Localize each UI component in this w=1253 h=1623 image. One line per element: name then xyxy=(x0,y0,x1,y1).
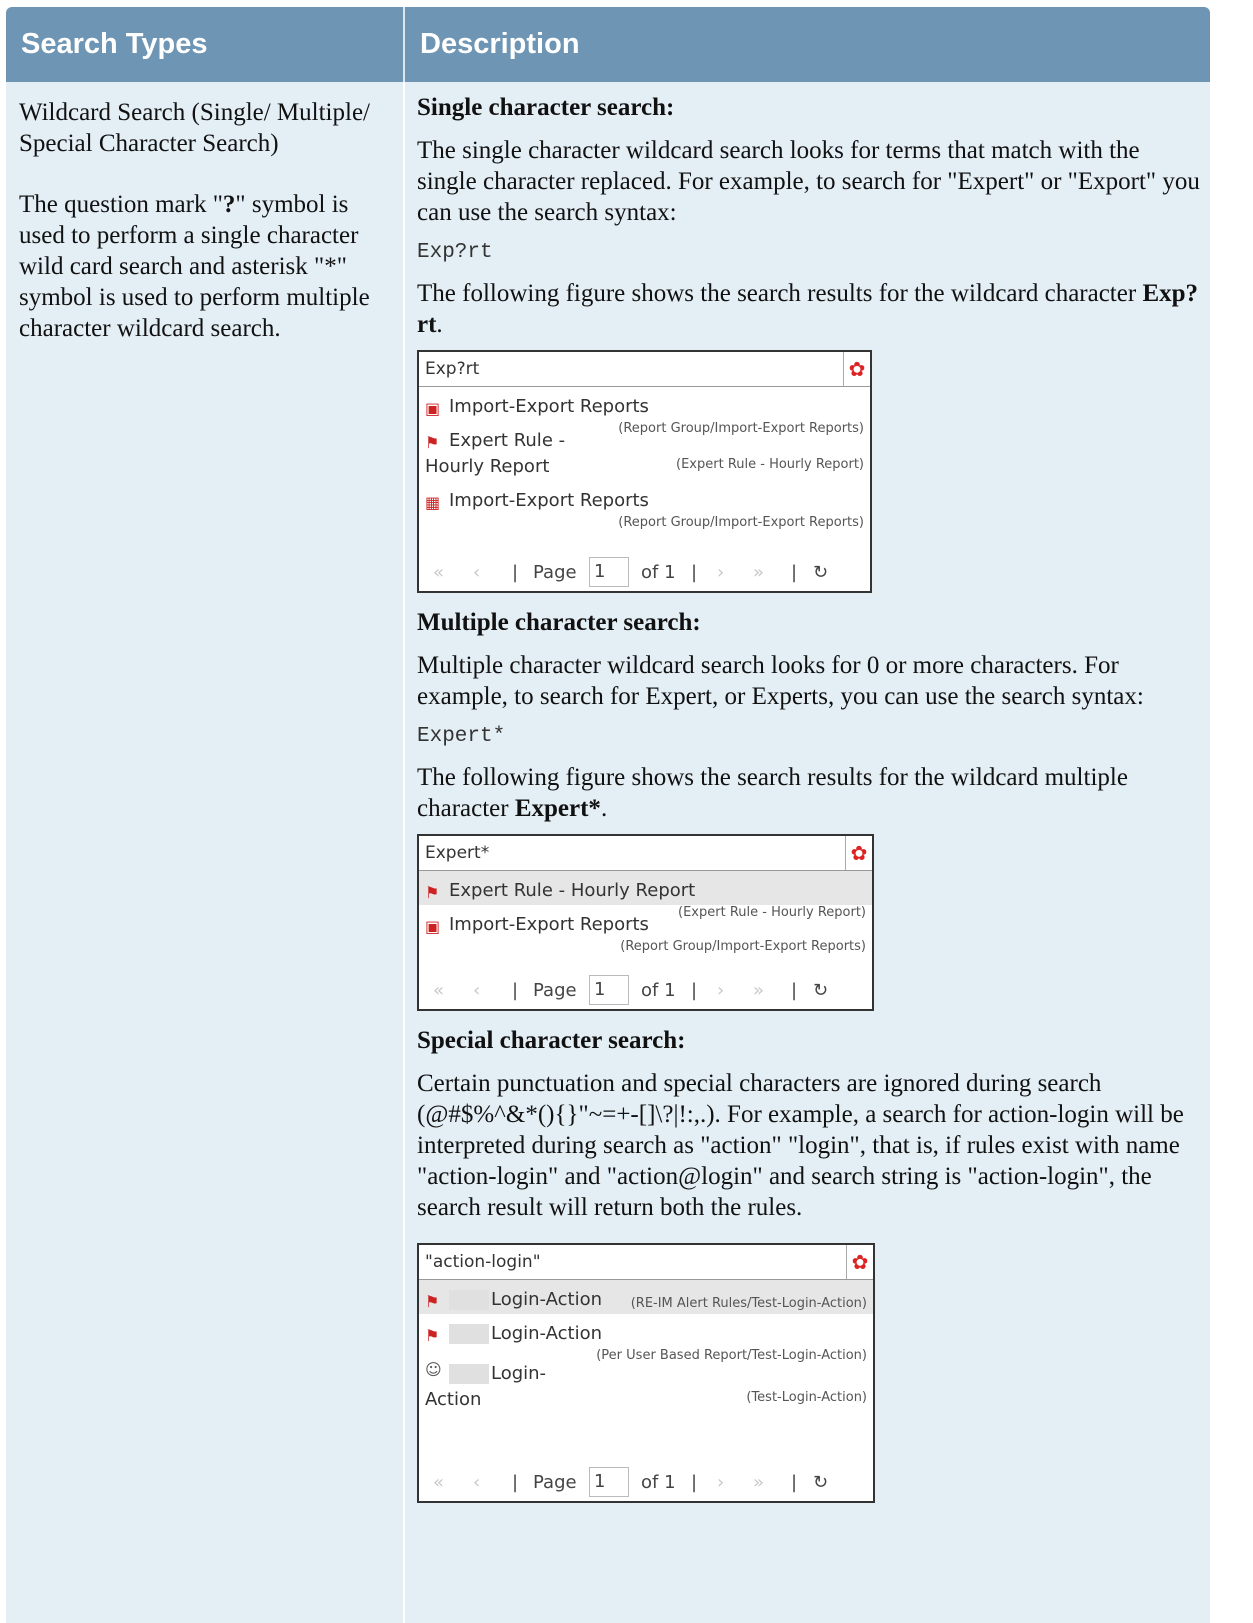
prev-page-icon[interactable]: ‹ xyxy=(473,1467,480,1498)
special-paragraph: Certain punctuation and special characte… xyxy=(417,1070,1184,1221)
refresh-icon[interactable]: ↻ xyxy=(813,557,828,588)
search-type-title: Wildcard Search (Single/ Multiple/ Speci… xyxy=(19,99,370,157)
report-icon: ▣ xyxy=(425,399,441,418)
pager-divider: | xyxy=(512,1472,519,1493)
multiple-figure-caption: The following figure shows the search re… xyxy=(417,764,1128,822)
search-input[interactable]: Expert* xyxy=(425,836,489,870)
report-icon: ▣ xyxy=(425,917,441,936)
search-type-description: The question mark "?" symbol is used to … xyxy=(19,191,370,342)
header-search-types: Search Types xyxy=(21,28,208,60)
gear-icon[interactable]: ✿ xyxy=(846,1245,873,1279)
flag-icon: ⚑ xyxy=(425,883,440,902)
pager-divider: | xyxy=(691,980,698,1001)
redacted-block xyxy=(449,1364,489,1384)
page-of-label: of 1 xyxy=(641,562,676,583)
search-types-table: Search Types Description Wildcard Search… xyxy=(6,7,1210,1623)
search-bar[interactable]: "action-login" ✿ xyxy=(419,1245,873,1280)
user-report-icon: ☺ xyxy=(425,1360,442,1379)
single-figure-caption: The following figure shows the search re… xyxy=(417,280,1199,338)
search-input[interactable]: Exp?rt xyxy=(425,352,479,386)
single-search-screenshot: Exp?rt ✿ ▣ Import-Export Reports (Report… xyxy=(417,350,872,593)
first-page-icon[interactable]: « xyxy=(433,1467,444,1498)
page-input[interactable]: 1 xyxy=(589,975,629,1005)
prev-page-icon[interactable]: ‹ xyxy=(473,975,480,1006)
flag-icon: ⚑ xyxy=(425,1292,440,1311)
result-item[interactable]: ▦ Import-Export Reports (Report Group/Im… xyxy=(419,481,870,530)
search-bar[interactable]: Expert* ✿ xyxy=(419,836,872,871)
pager-divider: | xyxy=(691,562,698,583)
first-page-icon[interactable]: « xyxy=(433,557,444,588)
next-page-icon[interactable]: › xyxy=(717,1467,724,1498)
flag-icon: ⚑ xyxy=(425,1326,440,1345)
multiple-search-screenshot: Expert* ✿ ⚑ Expert Rule - Hourly Report … xyxy=(417,834,874,1011)
page-of-label: of 1 xyxy=(641,980,676,1001)
gear-icon[interactable]: ✿ xyxy=(845,836,872,870)
first-page-icon[interactable]: « xyxy=(433,975,444,1006)
search-input[interactable]: "action-login" xyxy=(425,1245,541,1279)
pager-divider: | xyxy=(512,562,519,583)
page-label: Page xyxy=(533,980,577,1001)
page-label: Page xyxy=(533,1472,577,1493)
result-item[interactable]: (Report Group/Import-Export Reports) ⚑ E… xyxy=(419,421,870,481)
redacted-block xyxy=(449,1324,489,1344)
page-input[interactable]: 1 xyxy=(589,1467,629,1497)
pager: « ‹ | Page 1 of 1 | › » | ↻ xyxy=(419,1457,873,1501)
result-item[interactable]: ☺ Login- Action (Test-Login-Action) xyxy=(419,1348,873,1410)
pager-divider: | xyxy=(791,980,798,1001)
single-code: Exp?rt xyxy=(417,241,493,264)
pager: « ‹ | Page 1 of 1 | › » | ↻ xyxy=(419,965,872,1009)
refresh-icon[interactable]: ↻ xyxy=(813,975,828,1006)
multiple-paragraph: Multiple character wildcard search looks… xyxy=(417,652,1144,710)
search-type-cell: Wildcard Search (Single/ Multiple/ Speci… xyxy=(19,97,389,374)
prev-page-icon[interactable]: ‹ xyxy=(473,557,480,588)
page-of-label: of 1 xyxy=(641,1472,676,1493)
multiple-code: Expert* xyxy=(417,725,506,748)
result-item[interactable]: ⚑ Login-Action (Per User Based Report/Te… xyxy=(419,1314,873,1363)
single-heading: Single character search: xyxy=(417,94,675,121)
last-page-icon[interactable]: » xyxy=(753,975,764,1006)
last-page-icon[interactable]: » xyxy=(753,1467,764,1498)
special-search-screenshot: "action-login" ✿ ⚑ Login-Action (RE-IM A… xyxy=(417,1243,875,1503)
single-paragraph: The single character wildcard search loo… xyxy=(417,137,1200,226)
result-item[interactable]: (Expert Rule - Hourly Report) ▣ Import-E… xyxy=(419,905,872,954)
pager-divider: | xyxy=(691,1472,698,1493)
header-description: Description xyxy=(420,28,580,60)
redacted-block xyxy=(449,1290,489,1310)
pager-divider: | xyxy=(791,562,798,583)
calendar-icon: ▦ xyxy=(425,493,441,512)
description-cell: Single character search: The single char… xyxy=(417,92,1202,1517)
gear-icon[interactable]: ✿ xyxy=(843,352,870,386)
search-bar[interactable]: Exp?rt ✿ xyxy=(419,352,870,387)
refresh-icon[interactable]: ↻ xyxy=(813,1467,828,1498)
next-page-icon[interactable]: › xyxy=(717,557,724,588)
page-input[interactable]: 1 xyxy=(589,557,629,587)
last-page-icon[interactable]: » xyxy=(753,557,764,588)
column-divider xyxy=(403,82,405,1623)
page-label: Page xyxy=(533,562,577,583)
pager-divider: | xyxy=(512,980,519,1001)
table-header: Search Types Description xyxy=(6,7,1210,82)
next-page-icon[interactable]: › xyxy=(717,975,724,1006)
special-heading: Special character search: xyxy=(417,1027,686,1054)
pager: « ‹ | Page 1 of 1 | › » | ↻ xyxy=(419,547,870,591)
result-item[interactable]: ⚑ Login-Action (RE-IM Alert Rules/Test-L… xyxy=(419,1280,873,1314)
pager-divider: | xyxy=(791,1472,798,1493)
multiple-heading: Multiple character search: xyxy=(417,609,701,636)
